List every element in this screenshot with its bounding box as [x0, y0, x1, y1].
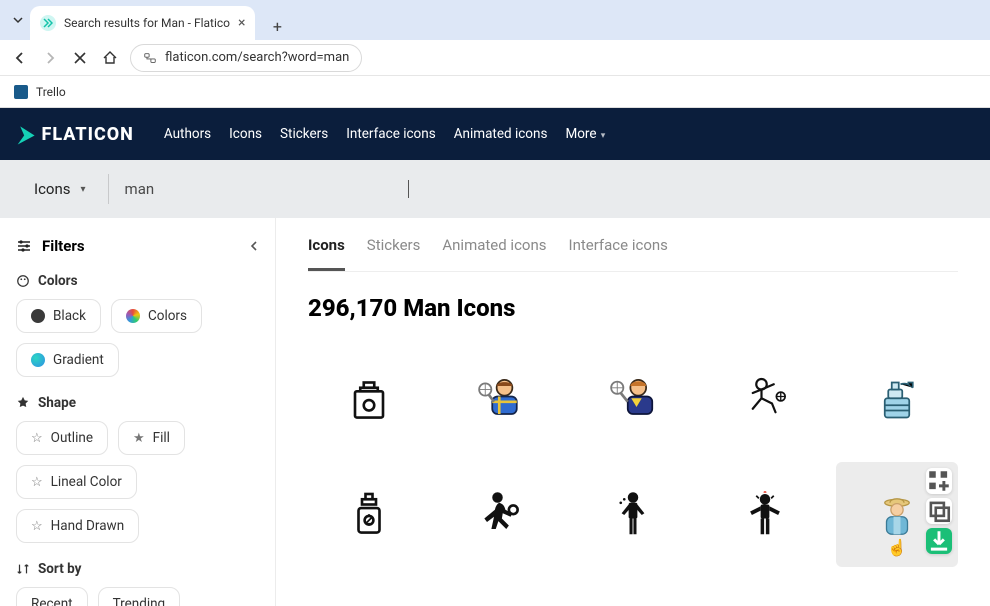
- nav-stickers[interactable]: Stickers: [280, 126, 328, 142]
- nav-icons[interactable]: Icons: [229, 126, 262, 142]
- filters-title: Filters: [42, 237, 85, 255]
- icon-result[interactable]: [836, 347, 958, 452]
- logo-text: FLATICON: [41, 124, 133, 145]
- star-fill-icon: ★: [133, 431, 145, 446]
- stop-icon[interactable]: [70, 48, 90, 68]
- icon-result[interactable]: [572, 347, 694, 452]
- logo-mark-icon: ⮞: [18, 122, 37, 146]
- palette-icon: [16, 274, 30, 288]
- bookmark-trello[interactable]: Trello: [36, 85, 66, 99]
- search-bar: Icons ▾ man: [0, 160, 990, 218]
- icon-result[interactable]: [440, 347, 562, 452]
- browser-toolbar: flaticon.com/search?word=man: [0, 40, 990, 76]
- trello-icon: [14, 85, 28, 99]
- cursor-pointer-icon: ☝️: [887, 538, 907, 557]
- icon-result[interactable]: [704, 347, 826, 452]
- nav-interface-icons[interactable]: Interface icons: [346, 126, 435, 142]
- results-area: Icons Stickers Animated icons Interface …: [276, 218, 990, 606]
- star-outline-icon: ☆: [31, 519, 43, 534]
- icon-result[interactable]: [308, 462, 430, 567]
- nav-animated-icons[interactable]: Animated icons: [454, 126, 548, 142]
- chip-hand-drawn[interactable]: ☆Hand Drawn: [16, 509, 139, 543]
- icon-result[interactable]: [440, 462, 562, 567]
- browser-tab-strip: Search results for Man - Flatico × +: [0, 0, 990, 40]
- colors-heading: Colors: [16, 273, 259, 289]
- tab-interface[interactable]: Interface icons: [569, 236, 668, 271]
- tab-title: Search results for Man - Flatico: [64, 16, 230, 30]
- search-type-label: Icons: [34, 180, 71, 198]
- chip-trending[interactable]: Trending: [98, 587, 181, 606]
- chip-gradient[interactable]: Gradient: [16, 343, 119, 377]
- favicon-icon: [40, 15, 56, 31]
- filters-sidebar: Filters Colors Black Colors Gradient Sha…: [0, 218, 276, 606]
- url-text: flaticon.com/search?word=man: [165, 50, 349, 65]
- tab-list-dropdown[interactable]: [6, 8, 30, 32]
- star-icon: [16, 396, 30, 410]
- tab-icons[interactable]: Icons: [308, 236, 345, 271]
- swatch-colors-icon: [126, 309, 140, 323]
- sort-icon: [16, 562, 30, 576]
- site-header: ⮞ FLATICON Authors Icons Stickers Interf…: [0, 108, 990, 160]
- collapse-sidebar-button[interactable]: [249, 236, 259, 255]
- swatch-black-icon: [31, 309, 45, 323]
- icon-result[interactable]: [572, 462, 694, 567]
- icon-result[interactable]: [704, 462, 826, 567]
- chip-black[interactable]: Black: [16, 299, 101, 333]
- nav-authors[interactable]: Authors: [164, 126, 211, 142]
- back-icon[interactable]: [10, 48, 30, 68]
- star-outline-icon: ☆: [31, 431, 43, 446]
- sliders-icon: [16, 238, 32, 254]
- chip-recent[interactable]: Recent: [16, 587, 88, 606]
- icon-grid: ☝️: [308, 347, 958, 567]
- tab-stickers[interactable]: Stickers: [367, 236, 421, 271]
- flaticon-logo[interactable]: ⮞ FLATICON: [20, 122, 134, 146]
- close-icon[interactable]: ×: [238, 15, 245, 31]
- chevron-down-icon: ▾: [81, 184, 86, 195]
- search-type-select[interactable]: Icons ▾: [34, 174, 109, 204]
- forward-icon: [40, 48, 60, 68]
- chip-outline[interactable]: ☆Outline: [16, 421, 108, 455]
- swatch-gradient-icon: [31, 353, 45, 367]
- download-button[interactable]: [926, 528, 952, 554]
- shape-heading: Shape: [16, 395, 259, 411]
- new-tab-button[interactable]: +: [263, 12, 291, 40]
- address-bar[interactable]: flaticon.com/search?word=man: [130, 44, 362, 72]
- chip-lineal-color[interactable]: ☆Lineal Color: [16, 465, 137, 499]
- browser-tab[interactable]: Search results for Man - Flatico ×: [30, 6, 255, 40]
- nav-more[interactable]: More ▾: [565, 126, 605, 142]
- chevron-down-icon: ▾: [599, 131, 606, 141]
- icon-result-hover[interactable]: ☝️: [836, 462, 958, 567]
- star-outline-icon: ☆: [31, 475, 43, 490]
- bookmarks-bar: Trello: [0, 76, 990, 108]
- home-icon[interactable]: [100, 48, 120, 68]
- icon-result[interactable]: [308, 347, 430, 452]
- tab-animated[interactable]: Animated icons: [442, 236, 546, 271]
- site-settings-icon[interactable]: [143, 51, 157, 65]
- chip-fill[interactable]: ★Fill: [118, 421, 185, 455]
- sortby-heading: Sort by: [16, 561, 259, 577]
- main-nav: Authors Icons Stickers Interface icons A…: [164, 126, 605, 142]
- icon-hover-tools: [926, 468, 952, 554]
- category-tabs: Icons Stickers Animated icons Interface …: [308, 236, 958, 272]
- results-title: 296,170 Man Icons: [308, 294, 958, 322]
- chip-colors[interactable]: Colors: [111, 299, 202, 333]
- search-input[interactable]: man: [109, 180, 409, 198]
